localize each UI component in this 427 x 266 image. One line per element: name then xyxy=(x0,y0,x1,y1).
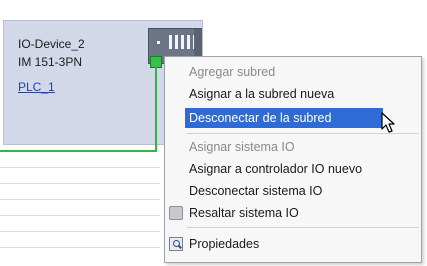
menu-item-highlight-io-system-row[interactable]: Resaltar sistema IO xyxy=(165,203,421,223)
menu-item-assign-new-subnet[interactable]: Asignar a la subred nueva xyxy=(165,84,421,104)
device-model: IM 151-3PN xyxy=(18,55,83,69)
menu-item-add-subnet: Agregar subred xyxy=(189,65,276,79)
menu-item-assign-new-io-controller[interactable]: Asignar a controlador IO nuevo xyxy=(165,159,421,179)
grid-line xyxy=(0,167,160,168)
menu-item-disconnect-subnet[interactable]: Desconectar de la subred xyxy=(185,108,383,128)
controller-link[interactable]: PLC_1 xyxy=(18,80,55,94)
subnet-bus-line[interactable] xyxy=(0,150,157,152)
mouse-pointer-icon xyxy=(381,112,395,133)
device-name: IO-Device_2 xyxy=(18,37,85,51)
grid-line xyxy=(0,215,160,216)
grid-line xyxy=(0,231,160,232)
menu-item-properties[interactable]: Propiedades xyxy=(165,234,421,254)
menu-item-properties-row[interactable]: Propiedades xyxy=(165,234,421,254)
grid-line xyxy=(0,183,160,184)
context-menu: Agregar subred Asignar a la subred nueva… xyxy=(164,56,422,263)
network-view-canvas[interactable]: IO-Device_2 IM 151-3PN PLC_1 Agregar sub… xyxy=(0,0,427,266)
grid-line xyxy=(0,199,160,200)
subnet-connection-line xyxy=(155,67,157,152)
module-led xyxy=(157,41,160,44)
menu-separator xyxy=(187,227,419,228)
grid-line xyxy=(0,247,160,248)
menu-item-assign-io-system: Asignar sistema IO xyxy=(189,140,295,154)
module-slots xyxy=(169,35,196,49)
menu-item-highlight-io-system[interactable]: Resaltar sistema IO xyxy=(165,203,421,223)
menu-item-disconnect-io-system[interactable]: Desconectar sistema IO xyxy=(165,181,421,201)
